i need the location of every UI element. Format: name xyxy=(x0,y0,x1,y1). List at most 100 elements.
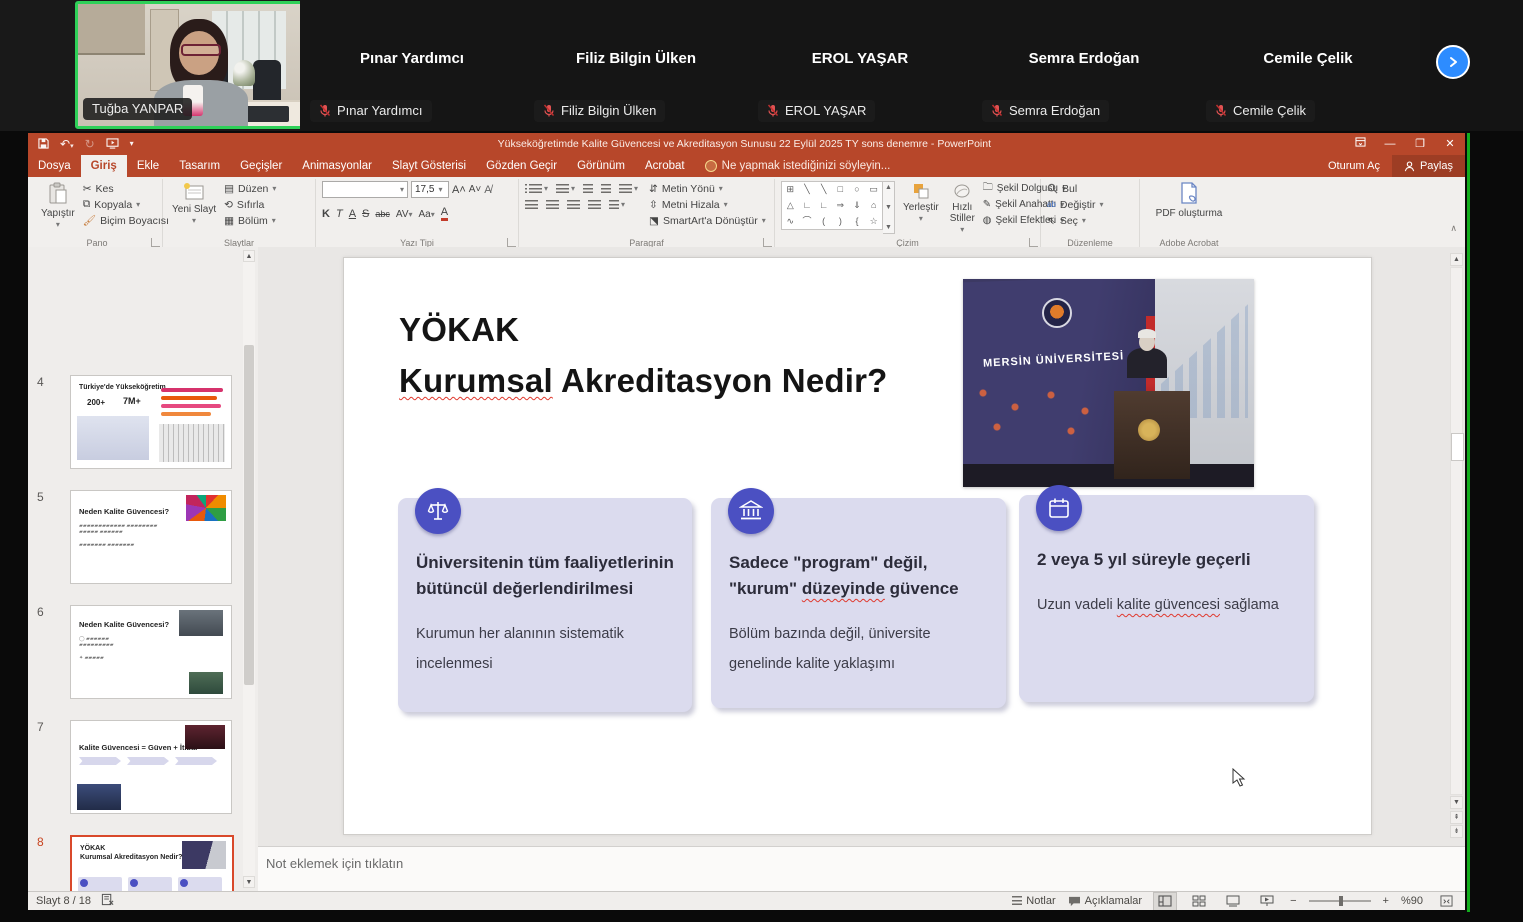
align-left-icon[interactable] xyxy=(525,200,538,210)
normal-view-button[interactable] xyxy=(1154,893,1176,910)
copy-button[interactable]: ⧉Kopyala▾ xyxy=(83,197,169,212)
tab-gecisler[interactable]: Geçişler xyxy=(230,155,292,177)
slide-title[interactable]: YÖKAK Kurumsal Akreditasyon Nedir? xyxy=(399,304,888,406)
quick-styles-button[interactable]: Hızlı Stiller ▾ xyxy=(947,181,978,236)
slide-sorter-view-button[interactable] xyxy=(1188,893,1210,910)
bold-button[interactable]: K xyxy=(322,208,330,220)
increase-indent-icon[interactable] xyxy=(601,184,611,194)
slideshow-view-button[interactable] xyxy=(1256,893,1278,910)
dialog-launcher-icon[interactable] xyxy=(763,238,772,247)
align-right-icon[interactable] xyxy=(567,200,580,210)
grow-font-icon[interactable]: A˄ xyxy=(452,184,466,196)
font-size-combobox[interactable]: 17,5▾ xyxy=(411,181,449,198)
slide-thumbnail-7[interactable]: Kalite Güvencesi = Güven + İtibar xyxy=(70,720,232,814)
zoom-in-button[interactable]: + xyxy=(1383,895,1389,907)
replace-button[interactable]: abDeğiştir▾ xyxy=(1047,197,1104,212)
scrollbar-track[interactable] xyxy=(1450,267,1463,795)
cut-button[interactable]: ✂Kes xyxy=(83,181,169,196)
scrollbar-thumb[interactable] xyxy=(244,345,254,685)
scrollbar-thumb[interactable] xyxy=(1451,433,1464,461)
next-participants-button[interactable] xyxy=(1436,45,1470,79)
clear-formatting-icon[interactable]: A̸ xyxy=(484,184,491,196)
align-text-button[interactable]: ⇳Metni Hizala▾ xyxy=(649,197,766,212)
reading-view-button[interactable] xyxy=(1222,893,1244,910)
character-spacing-button[interactable]: AV▾ xyxy=(396,209,413,220)
tab-giris[interactable]: Giriş xyxy=(81,155,127,177)
collapse-ribbon-icon[interactable]: ∧ xyxy=(1450,223,1457,234)
conference-photo[interactable]: MERSİN ÜNİVERSİTESİ xyxy=(963,279,1254,487)
previous-slide-button[interactable]: ⇞ xyxy=(1450,811,1463,824)
scroll-down-icon[interactable]: ▼ xyxy=(1450,796,1463,809)
decrease-indent-icon[interactable] xyxy=(583,184,593,194)
align-center-icon[interactable] xyxy=(546,200,559,210)
sign-in-button[interactable]: Oturum Aç xyxy=(1316,160,1392,172)
create-pdf-button[interactable]: PDF oluşturma xyxy=(1153,181,1226,236)
restore-button[interactable]: ❐ xyxy=(1405,133,1435,155)
zoom-level[interactable]: %90 xyxy=(1401,895,1423,907)
participant-tile[interactable]: EROL YAŞAR EROL YAŞAR xyxy=(748,0,972,131)
arrange-button[interactable]: Yerleştir ▾ xyxy=(900,181,942,236)
participant-tile[interactable]: Cemile Çelik Cemile Çelik xyxy=(1196,0,1420,131)
underline-button[interactable]: A xyxy=(349,208,356,220)
tab-tasarim[interactable]: Tasarım xyxy=(169,155,230,177)
abc-strike-icon[interactable]: abc xyxy=(375,209,390,219)
text-direction-button[interactable]: ⇵Metin Yönü▾ xyxy=(649,181,766,196)
reset-button[interactable]: ⟲Sıfırla xyxy=(224,197,276,212)
customize-qat-icon[interactable]: ▾ xyxy=(130,140,134,148)
card-holistic-evaluation[interactable]: Üniversitenin tüm faaliyetlerinin bütünc… xyxy=(398,498,692,712)
tell-me-box[interactable]: Ne yapmak istediğinizi söyleyin... xyxy=(695,155,901,177)
thumbnail-scrollbar[interactable]: ▲ ▼ xyxy=(243,250,255,888)
columns-icon[interactable]: ▾ xyxy=(609,200,625,210)
select-button[interactable]: ⇖Seç▾ xyxy=(1047,213,1104,228)
zoom-slider-thumb[interactable] xyxy=(1339,896,1343,906)
numbering-icon[interactable]: ▾ xyxy=(556,184,575,194)
format-painter-button[interactable]: 🖌Biçim Boyacısı xyxy=(83,213,169,228)
save-icon[interactable] xyxy=(38,138,49,151)
participant-tile[interactable]: Semra Erdoğan Semra Erdoğan xyxy=(972,0,1196,131)
tab-animasyonlar[interactable]: Animasyonlar xyxy=(292,155,382,177)
slide-scrollbar[interactable]: ▲ ▼ ⇞ ⇟ xyxy=(1450,253,1463,838)
fit-to-window-button[interactable] xyxy=(1435,893,1457,910)
font-color-button[interactable]: A xyxy=(441,207,448,221)
participant-tile[interactable]: Filiz Bilgin Ülken Filiz Bilgin Ülken xyxy=(524,0,748,131)
justify-icon[interactable] xyxy=(588,200,601,210)
notes-toggle[interactable]: Notlar xyxy=(1012,895,1055,907)
card-validity-period[interactable]: 2 veya 5 yıl süreyle geçerli Uzun vadeli… xyxy=(1019,495,1314,702)
start-slideshow-icon[interactable] xyxy=(106,138,119,151)
tab-gozden-gecir[interactable]: Gözden Geçir xyxy=(476,155,567,177)
participant-tile[interactable]: Pınar Yardımcı Pınar Yardımcı xyxy=(300,0,524,131)
slide-thumbnail-5[interactable]: Neden Kalite Güvencesi? ▰▰▰▰▰▰▰▰▰▰▰▰ ▰▰▰… xyxy=(70,490,232,584)
shapes-gallery-scroll[interactable]: ▲▼▼ xyxy=(883,181,895,234)
section-button[interactable]: ▦Bölüm▾ xyxy=(224,213,276,228)
scroll-up-icon[interactable]: ▲ xyxy=(1450,253,1463,266)
ribbon-display-options-icon[interactable] xyxy=(1345,133,1375,155)
tab-acrobat[interactable]: Acrobat xyxy=(635,155,695,177)
dialog-launcher-icon[interactable] xyxy=(507,238,516,247)
bullets-icon[interactable]: ▾ xyxy=(525,184,548,194)
tab-slayt-gosterisi[interactable]: Slayt Gösterisi xyxy=(382,155,476,177)
card-institution-level[interactable]: Sadece "program" değil, "kurum" düzeyind… xyxy=(711,498,1006,708)
slide-thumbnail-8-selected[interactable]: YÖKAK Kurumsal Akreditasyon Nedir? xyxy=(70,835,234,891)
participant-video-tile[interactable]: Tuğba YANPAR xyxy=(75,1,305,129)
line-spacing-icon[interactable]: ▾ xyxy=(619,184,638,194)
zoom-slider[interactable] xyxy=(1309,900,1371,902)
slide-canvas[interactable]: YÖKAK Kurumsal Akreditasyon Nedir? MERSİ… xyxy=(343,257,1372,835)
share-button[interactable]: Paylaş xyxy=(1392,155,1465,177)
close-button[interactable]: ✕ xyxy=(1435,133,1465,155)
scroll-up-icon[interactable]: ▲ xyxy=(243,250,255,262)
strikethrough-button[interactable]: S xyxy=(362,208,369,220)
change-case-button[interactable]: Aa▾ xyxy=(419,209,435,220)
slide-thumbnail-6[interactable]: Neden Kalite Güvencesi? ◯ ▰▰▰▰▰▰▰▰▰▰▰▰▰▰… xyxy=(70,605,232,699)
notes-pane[interactable]: Not eklemek için tıklatın xyxy=(258,846,1465,892)
font-name-combobox[interactable]: ▾ xyxy=(322,181,408,198)
dialog-launcher-icon[interactable] xyxy=(151,238,160,247)
find-button[interactable]: Bul xyxy=(1047,181,1104,196)
shapes-gallery[interactable]: ⊞╲╲□○▭ △∟∟⇒⇓⌂ ∿⌒(){☆ xyxy=(781,181,883,230)
paste-button[interactable]: Yapıştır ▾ xyxy=(38,181,78,236)
tab-dosya[interactable]: Dosya xyxy=(28,155,81,177)
zoom-out-button[interactable]: − xyxy=(1290,895,1296,907)
italic-button[interactable]: T xyxy=(336,208,343,220)
tab-ekle[interactable]: Ekle xyxy=(127,155,169,177)
scroll-down-icon[interactable]: ▼ xyxy=(243,876,255,888)
dialog-launcher-icon[interactable] xyxy=(1029,238,1038,247)
